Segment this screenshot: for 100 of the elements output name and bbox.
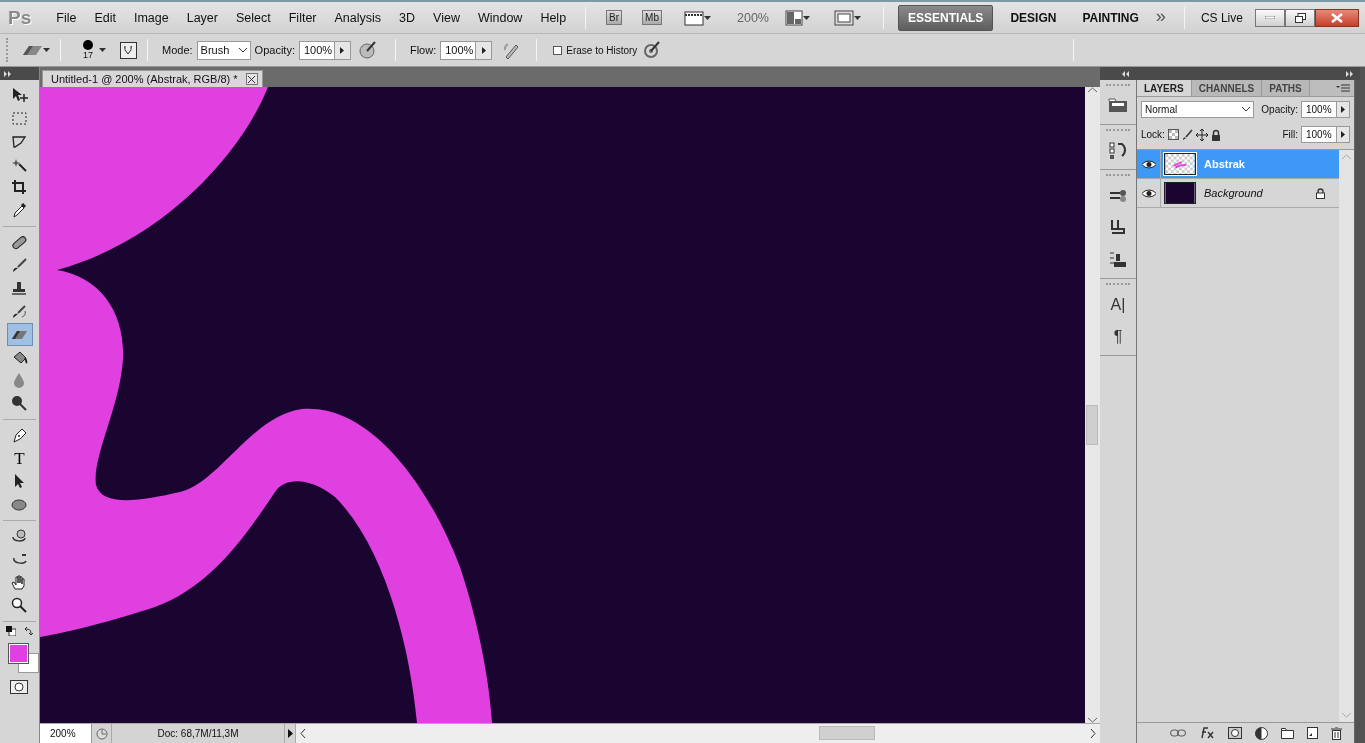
status-pie-icon[interactable] [95,727,108,740]
layer-thumbnail [1164,153,1196,175]
color-swatches-icon[interactable] [8,643,39,673]
scroll-right-icon[interactable] [1090,729,1096,738]
menu-arrow-icon[interactable] [287,729,293,738]
bridge-button[interactable]: Br [606,10,623,25]
layer-thumbnail [1164,182,1196,204]
menu-item[interactable]: Select [227,7,280,28]
mask-icon[interactable] [1227,727,1242,739]
swap-arrows-icon[interactable] [24,626,34,636]
scroll-up-icon[interactable] [1088,87,1097,93]
menu-item[interactable]: File [47,7,86,28]
new-layer-icon[interactable] [1306,727,1318,739]
zoom-icon [11,597,28,614]
eraser-tool[interactable] [6,323,33,346]
brush-panel-icon[interactable] [120,41,137,59]
menu-item[interactable]: Help [531,7,576,28]
menu-item[interactable]: Edit [85,7,125,28]
panel-tab[interactable]: PATHS [1262,80,1310,96]
layer-row[interactable]: Background [1137,179,1339,208]
opacity-field[interactable]: 100% [298,40,351,60]
close-button[interactable] [1315,8,1359,27]
scroll-thumb[interactable] [1086,405,1098,445]
minimize-button[interactable] [1255,8,1285,27]
menu-item[interactable]: Window [468,7,532,28]
cs-live-menu[interactable]: CS Live [1200,10,1243,25]
caret-icon [43,48,50,52]
tool-presets-icon [1108,250,1128,270]
layout-grid-icon[interactable] [785,9,804,26]
dashed-rectangle-icon [11,110,28,127]
close-tab-button[interactable] [245,73,258,85]
eraser-icon[interactable] [21,43,43,57]
menu-item[interactable]: Image [124,7,178,28]
expand-icon[interactable] [4,70,12,77]
crop-icon [11,179,28,196]
type-tool[interactable]: T [6,447,33,470]
scroll-thumb[interactable] [819,726,875,740]
chevron-down-icon [238,47,247,53]
lock-label: Lock: [1141,129,1165,140]
link-icon[interactable] [1169,729,1186,737]
restore-button[interactable] [1285,8,1315,27]
mode-dropdown[interactable]: Brush [196,40,251,60]
menu-item[interactable]: Layer [177,7,227,28]
document-info: Doc: 68,7M/11,3M [156,727,240,741]
workspace-button[interactable]: DESIGN [1001,5,1066,30]
screen-mode-icon[interactable] [834,9,855,26]
zoom-level[interactable]: 200% [737,10,769,25]
hand-icon [11,574,28,591]
scroll-left-icon[interactable] [300,729,306,738]
document-tab[interactable]: Untitled-1 @ 200% (Abstrak, RGB/8) * [42,70,263,87]
film-frame-icon[interactable] [684,9,704,26]
effects-icon[interactable] [1198,727,1215,739]
trash-icon[interactable] [1330,726,1342,740]
pressure-size-icon[interactable] [643,41,662,59]
opacity-label: Opacity: [1261,104,1298,115]
brush-tip-icon[interactable] [83,40,93,50]
lock-transparent-icon[interactable] [1167,129,1179,140]
menu-item[interactable]: Analysis [325,7,391,28]
opacity-label: Opacity: [254,44,295,56]
close-icon [1331,12,1343,23]
erase-to-history-checkbox[interactable]: Erase to History [553,44,638,56]
flow-field[interactable]: 100% [440,40,493,60]
brush-icon [11,257,28,274]
blend-mode-dropdown[interactable]: Normal [1141,101,1255,118]
fill-field[interactable]: 100% [1301,126,1350,143]
airbrush-icon[interactable] [502,41,521,59]
lock-icon[interactable] [1210,128,1221,141]
close-icon [248,75,256,83]
caret-icon [99,48,106,52]
collapse-icon[interactable] [1122,70,1130,77]
folder-icon[interactable] [1280,727,1294,739]
panel-tab[interactable]: CHANNELS [1191,80,1263,96]
default-colors-icon[interactable] [6,626,16,636]
zoom-field[interactable]: 200% [40,724,92,743]
more-workspaces-button[interactable]: » [1155,5,1166,27]
round-tool-icon [11,395,28,412]
menu-item[interactable]: 3D [390,7,425,28]
move-arrows-icon[interactable] [1195,128,1208,141]
arrow-right-icon [1341,106,1345,113]
history-list-icon [1108,141,1128,161]
scroll-down-icon[interactable] [1088,717,1097,723]
arrow-right-icon [1341,131,1345,138]
expand-icon[interactable] [1346,70,1354,77]
workspace-button[interactable]: ESSENTIALS [898,4,994,31]
paragraph-panel-button[interactable]: ¶ [1104,325,1132,349]
pressure-opacity-icon[interactable] [358,41,377,59]
quick-mask-icon[interactable] [10,680,28,694]
workspace-button[interactable]: PAINTING [1073,5,1148,30]
menu-item[interactable]: Filter [279,7,326,28]
caret-icon [803,15,811,20]
panel-tab[interactable]: LAYERS [1137,80,1192,96]
brush-icon[interactable] [1181,128,1193,141]
restore-icon [1294,12,1306,23]
adjustment-icon[interactable] [1254,726,1268,740]
character-panel-button[interactable]: A| [1104,293,1132,317]
mini-bridge-button[interactable]: Mb [642,10,662,25]
caret-icon [704,15,711,20]
app-logo: Ps [8,6,32,29]
menu-item[interactable]: View [424,7,469,28]
opacity-field[interactable]: 100% [1301,101,1350,118]
